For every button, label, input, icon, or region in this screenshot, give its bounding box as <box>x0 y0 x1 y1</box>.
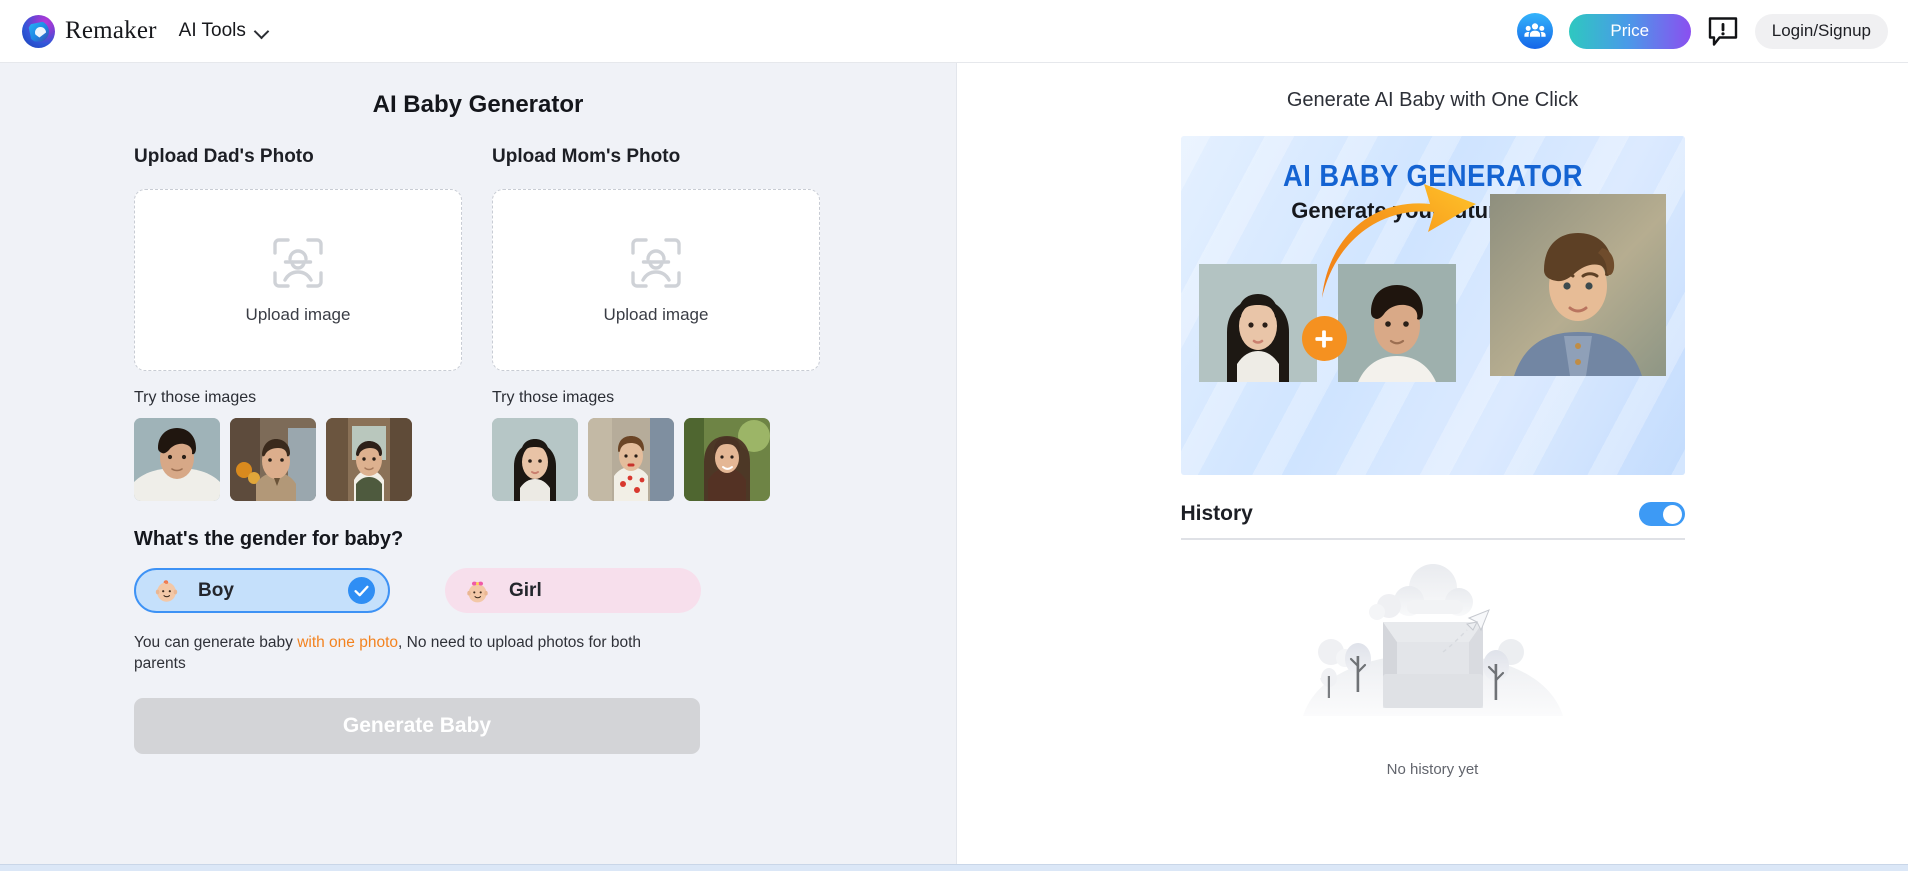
nav-ai-tools-dropdown[interactable]: AI Tools <box>179 20 268 42</box>
history-title: History <box>1181 502 1253 526</box>
empty-box-illustration <box>1283 556 1583 752</box>
mom-upload-label: Upload Mom's Photo <box>492 146 820 168</box>
curved-arrow-icon <box>1316 182 1488 302</box>
single-photo-hint: You can generate baby with one photo, No… <box>134 632 664 675</box>
mom-sample-3[interactable] <box>684 418 770 501</box>
gender-option-girl-label: Girl <box>509 580 542 602</box>
gender-option-boy[interactable]: Boy <box>134 568 390 613</box>
dad-dropzone[interactable]: Upload image <box>134 189 462 371</box>
nav-ai-tools-label: AI Tools <box>179 20 246 42</box>
feedback-exclamation-icon[interactable] <box>1707 16 1739 46</box>
hint-accent-link[interactable]: with one photo <box>297 634 398 651</box>
empty-state-text: No history yet <box>1181 761 1685 778</box>
baby-girl-face-icon <box>464 577 491 604</box>
history-toggle[interactable] <box>1639 502 1685 526</box>
promo-child-photo <box>1490 194 1666 376</box>
gender-question-label: What's the gender for baby? <box>134 528 956 551</box>
dad-upload-column: Upload Dad's Photo <box>134 146 462 501</box>
app-header: Remaker AI Tools Price <box>0 0 1908 63</box>
header-actions: Price Login/Signup <box>1517 13 1888 49</box>
preview-panel-title: Generate AI Baby with One Click <box>957 89 1908 112</box>
price-button[interactable]: Price <box>1569 14 1691 49</box>
brand-logo[interactable]: Remaker <box>22 15 157 48</box>
mom-sample-2[interactable] <box>588 418 674 501</box>
gender-option-girl[interactable]: Girl <box>445 568 701 613</box>
dad-sample-1[interactable] <box>134 418 220 501</box>
chevron-down-icon <box>255 25 268 38</box>
upload-row: Upload Dad's Photo <box>0 146 956 501</box>
dad-sample-3[interactable] <box>326 418 412 501</box>
mom-try-label: Try those images <box>492 389 820 407</box>
generate-baby-button[interactable]: Generate Baby <box>134 698 700 754</box>
mom-sample-1[interactable] <box>492 418 578 501</box>
gender-options-row: Boy <box>0 568 956 613</box>
dad-try-label: Try those images <box>134 389 462 407</box>
bottom-scrollbar-strip[interactable] <box>0 864 1908 871</box>
face-scan-icon <box>271 236 325 295</box>
mom-dropzone-text: Upload image <box>604 305 709 325</box>
hint-prefix: You can generate baby <box>134 634 297 651</box>
mom-dropzone[interactable]: Upload image <box>492 189 820 371</box>
page-body: AI Baby Generator Upload Dad's Photo <box>0 63 1908 864</box>
gender-option-boy-label: Boy <box>198 580 234 602</box>
preview-panel: Generate AI Baby with One Click AI BABY … <box>957 63 1908 864</box>
check-icon <box>348 577 375 604</box>
remaker-logo-icon <box>22 15 55 48</box>
promo-mom-photo <box>1199 264 1317 382</box>
baby-boy-face-icon <box>153 577 180 604</box>
history-empty-state: No history yet <box>1181 556 1685 778</box>
face-scan-icon <box>629 236 683 295</box>
generator-panel: AI Baby Generator Upload Dad's Photo <box>0 63 957 864</box>
brand-name: Remaker <box>65 17 157 45</box>
history-header: History <box>1181 502 1685 540</box>
promo-banner: AI BABY GENERATOR Generate your future b… <box>1181 136 1685 475</box>
plus-icon <box>1302 316 1347 361</box>
dad-sample-thumbnails <box>134 418 462 501</box>
mom-upload-column: Upload Mom's Photo <box>492 146 820 501</box>
dad-dropzone-text: Upload image <box>246 305 351 325</box>
community-people-icon[interactable] <box>1517 13 1553 49</box>
dad-sample-2[interactable] <box>230 418 316 501</box>
page-title: AI Baby Generator <box>0 91 956 119</box>
dad-upload-label: Upload Dad's Photo <box>134 146 462 168</box>
login-signup-button[interactable]: Login/Signup <box>1755 14 1888 49</box>
app-root: Remaker AI Tools Price <box>0 0 1908 871</box>
mom-sample-thumbnails <box>492 418 820 501</box>
